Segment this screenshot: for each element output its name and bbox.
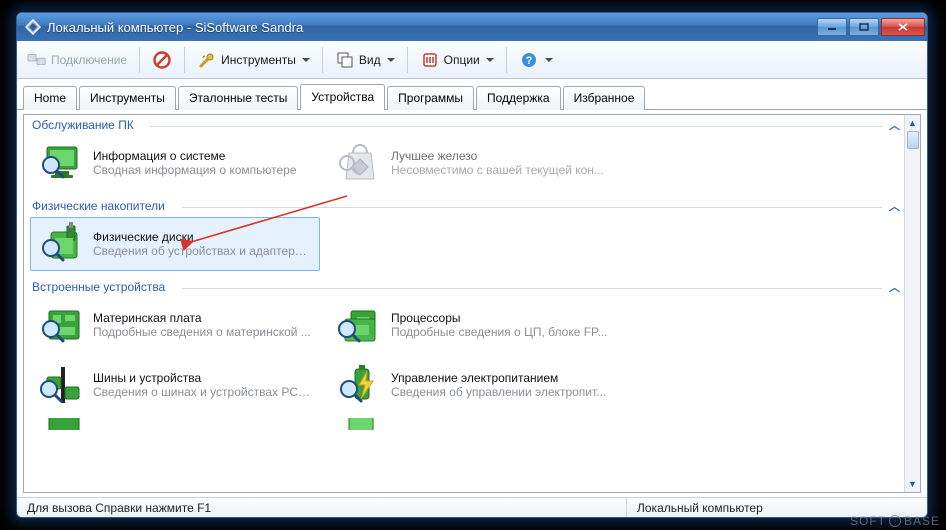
chip-icon	[335, 418, 385, 430]
item-motherboard[interactable]: Материнская плата Подробные сведения о м…	[30, 298, 320, 352]
toolbar: Подключение Инструменты Вид	[17, 41, 927, 79]
bus-magnify-icon	[37, 363, 87, 407]
collapse-icon[interactable]: ︿	[889, 198, 900, 214]
item-title: Физические диски	[93, 230, 313, 244]
scroll-thumb[interactable]	[907, 131, 919, 149]
view-label: Вид	[359, 53, 381, 67]
separator	[407, 47, 408, 73]
help-icon: ?	[519, 50, 539, 70]
item-desc: Несовместимо с вашей текущей кон...	[391, 163, 604, 177]
devices-panel: Обслуживание ПК ︿ Информация о системе С…	[23, 114, 921, 493]
tab-support[interactable]: Поддержка	[476, 86, 561, 110]
item-title: Лучшее железо	[391, 149, 604, 163]
group-header-maintenance[interactable]: Обслуживание ПК ︿	[24, 115, 904, 136]
item-physical-disks[interactable]: Физические диски Сведения об устройствах…	[30, 217, 320, 271]
view-icon	[335, 50, 355, 70]
watermark-b: BASE	[904, 514, 940, 528]
tools-label: Инструменты	[221, 53, 296, 67]
stop-button[interactable]	[146, 45, 178, 75]
minimize-button[interactable]	[817, 18, 847, 36]
scroll-down-icon[interactable]: ▼	[905, 476, 920, 492]
drive-magnify-icon	[37, 222, 87, 266]
item-title: Процессоры	[391, 311, 608, 325]
item-partial[interactable]	[328, 418, 618, 428]
options-icon	[420, 50, 440, 70]
item-best-hardware[interactable]: Лучшее железо Несовместимо с вашей текущ…	[328, 136, 618, 190]
maximize-button[interactable]	[849, 18, 879, 36]
item-desc: Сведения об управлении электропит...	[391, 385, 606, 399]
tab-home[interactable]: Home	[23, 86, 77, 110]
chevron-down-icon	[387, 58, 395, 62]
item-desc: Сведения об устройствах и адаптерах ...	[93, 244, 313, 258]
separator	[322, 47, 323, 73]
tab-programs[interactable]: Программы	[387, 86, 474, 110]
group-header-label: Обслуживание ПК	[32, 118, 134, 132]
stop-icon	[152, 50, 172, 70]
separator	[139, 47, 140, 73]
item-system-info[interactable]: Информация о системе Сводная информация …	[30, 136, 320, 190]
chevron-down-icon	[486, 58, 494, 62]
watermark: SOFT ◦ BASE	[850, 514, 940, 528]
item-desc: Сводная информация о компьютере	[93, 163, 297, 177]
group-header-builtin-devices[interactable]: Встроенные устройства ︿	[24, 277, 904, 298]
group-header-label: Встроенные устройства	[32, 280, 165, 294]
statusbar: Для вызова Справки нажмите F1 Локальный …	[17, 497, 927, 517]
tab-favorites[interactable]: Избранное	[563, 86, 646, 110]
options-label: Опции	[444, 53, 480, 67]
item-partial[interactable]	[30, 418, 320, 428]
motherboard-magnify-icon	[37, 303, 87, 347]
chevron-down-icon	[545, 58, 553, 62]
content-area: Обслуживание ПК ︿ Информация о системе С…	[17, 110, 927, 497]
app-window: Локальный компьютер - SiSoftware Sandra …	[16, 12, 928, 518]
item-power[interactable]: Управление электропитанием Сведения об у…	[328, 358, 618, 412]
cpu-magnify-icon	[335, 303, 385, 347]
svg-text:?: ?	[525, 55, 532, 67]
tab-tools[interactable]: Инструменты	[79, 86, 176, 110]
options-menu[interactable]: Опции	[414, 45, 500, 75]
separator	[184, 47, 185, 73]
connection-icon	[27, 50, 47, 70]
item-desc: Сведения о шинах и устройствах PCI(...	[93, 385, 313, 399]
chevron-down-icon	[302, 58, 310, 62]
item-processors[interactable]: Процессоры Подробные сведения о ЦП, блок…	[328, 298, 618, 352]
connection-label: Подключение	[51, 53, 127, 67]
app-icon	[25, 19, 41, 35]
tab-benchmarks[interactable]: Эталонные тесты	[178, 86, 299, 110]
view-menu[interactable]: Вид	[329, 45, 401, 75]
separator	[506, 47, 507, 73]
close-button[interactable]	[881, 18, 925, 36]
item-buses[interactable]: Шины и устройства Сведения о шинах и уст…	[30, 358, 320, 412]
tools-menu[interactable]: Инструменты	[191, 45, 316, 75]
item-desc: Подробные сведения о ЦП, блоке FP...	[391, 325, 608, 339]
tabbar: Home Инструменты Эталонные тесты Устройс…	[17, 79, 927, 110]
item-title: Информация о системе	[93, 149, 297, 163]
item-title: Материнская плата	[93, 311, 311, 325]
window-title: Локальный компьютер - SiSoftware Sandra	[47, 20, 815, 35]
titlebar: Локальный компьютер - SiSoftware Sandra	[17, 13, 927, 41]
collapse-icon[interactable]: ︿	[889, 279, 900, 295]
tab-devices[interactable]: Устройства	[300, 84, 385, 110]
group-header-label: Физические накопители	[32, 199, 165, 213]
item-title: Управление электропитанием	[391, 371, 606, 385]
tools-icon	[197, 50, 217, 70]
vertical-scrollbar[interactable]: ▲ ▼	[904, 115, 920, 492]
connection-button[interactable]: Подключение	[21, 45, 133, 75]
shopping-bag-icon	[335, 141, 385, 185]
watermark-a: SOFT	[850, 514, 886, 528]
scroll-up-icon[interactable]: ▲	[905, 115, 920, 131]
group-header-physical-storage[interactable]: Физические накопители ︿	[24, 196, 904, 217]
watermark-dot-icon: ◦	[889, 515, 901, 527]
collapse-icon[interactable]: ︿	[889, 117, 900, 133]
device-icon	[37, 418, 87, 430]
item-title: Шины и устройства	[93, 371, 313, 385]
help-menu[interactable]: ?	[513, 45, 559, 75]
item-desc: Подробные сведения о материнской ...	[93, 325, 311, 339]
battery-magnify-icon	[335, 363, 385, 407]
status-help: Для вызова Справки нажмите F1	[17, 498, 627, 517]
monitor-magnify-icon	[37, 141, 87, 185]
